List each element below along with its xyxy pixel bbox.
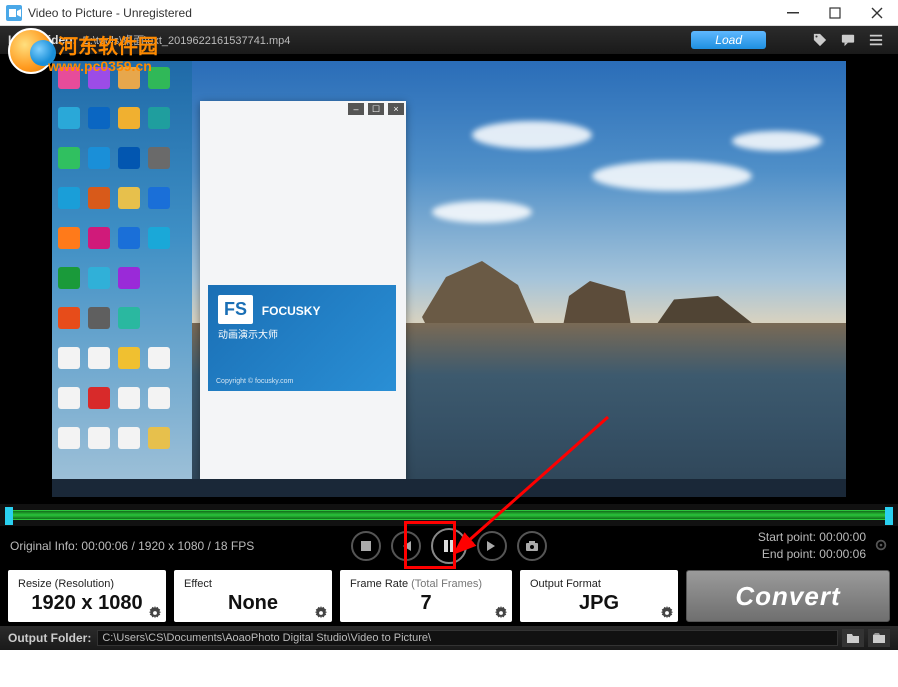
gear-icon [494,606,508,620]
timeline-end-handle[interactable] [885,507,893,525]
effect-card[interactable]: Effect None [174,570,332,622]
snapshot-button[interactable] [517,531,547,561]
video-preview-area: – ☐ × FS FOCUSKY 动画演示大师 Copyright © focu… [0,54,898,504]
top-toolbar: Load Video: E:\tools\桌面\ext_201962216153… [0,26,898,54]
effect-title: Effect [184,578,322,590]
framerate-title: Frame Rate (Total Frames) [350,578,502,590]
splash-name: FOCUSKY [262,304,321,318]
video-path: E:\tools\桌面\ext_2019622161537741.mp4 [82,32,691,48]
load-button[interactable]: Load [691,31,766,49]
popup-max-icon: ☐ [368,103,384,115]
original-info: Original Info: 00:00:06 / 1920 x 1080 / … [10,539,254,553]
options-row: Resize (Resolution) 1920 x 1080 Effect N… [0,566,898,626]
popup-close-icon: × [388,103,404,115]
list-icon[interactable] [862,30,890,50]
app-icon [6,5,22,21]
effect-value: None [184,592,322,615]
load-video-label: Load Video: [8,33,76,47]
inner-popup-window: – ☐ × FS FOCUSKY 动画演示大师 Copyright © focu… [200,101,406,481]
resize-title: Resize (Resolution) [18,578,156,590]
timeline[interactable] [0,504,898,526]
trim-points: Start point: 00:00:00 End point: 00:00:0… [758,529,866,563]
close-button[interactable] [856,0,898,26]
format-card[interactable]: Output Format JPG [520,570,678,622]
next-frame-button[interactable] [477,531,507,561]
gear-icon [148,606,162,620]
resize-value: 1920 x 1080 [18,592,156,615]
format-value: JPG [530,592,668,615]
browse-folder-button[interactable] [842,629,864,647]
timeline-track[interactable] [6,510,892,520]
playback-controls: Original Info: 00:00:06 / 1920 x 1080 / … [0,526,898,566]
pause-button[interactable] [431,528,467,564]
output-folder-row: Output Folder: C:\Users\CS\Documents\Aoa… [0,626,898,650]
splash-sub: 动画演示大师 [218,326,386,341]
convert-button[interactable]: Convert [686,570,890,622]
output-folder-label: Output Folder: [8,631,91,645]
gear-icon [314,606,328,620]
splash-logo: FS [218,295,253,324]
popup-min-icon: – [348,103,364,115]
titlebar: Video to Picture - Unregistered [0,0,898,26]
format-title: Output Format [530,578,668,590]
open-folder-button[interactable] [868,629,890,647]
video-taskbar [52,479,846,497]
prev-frame-button[interactable] [391,531,421,561]
maximize-button[interactable] [814,0,856,26]
gear-icon [660,606,674,620]
window-title: Video to Picture - Unregistered [28,6,772,20]
tag-icon[interactable] [806,30,834,50]
output-folder-path[interactable]: C:\Users\CS\Documents\AoaoPhoto Digital … [97,630,838,646]
framerate-card[interactable]: Frame Rate (Total Frames) 7 [340,570,512,622]
resize-card[interactable]: Resize (Resolution) 1920 x 1080 [8,570,166,622]
stop-button[interactable] [351,531,381,561]
comment-icon[interactable] [834,30,862,50]
timeline-start-handle[interactable] [5,507,13,525]
video-frame: – ☐ × FS FOCUSKY 动画演示大师 Copyright © focu… [52,61,846,497]
minimize-button[interactable] [772,0,814,26]
settings-gear-icon[interactable] [874,538,888,555]
framerate-value: 7 [350,592,502,615]
